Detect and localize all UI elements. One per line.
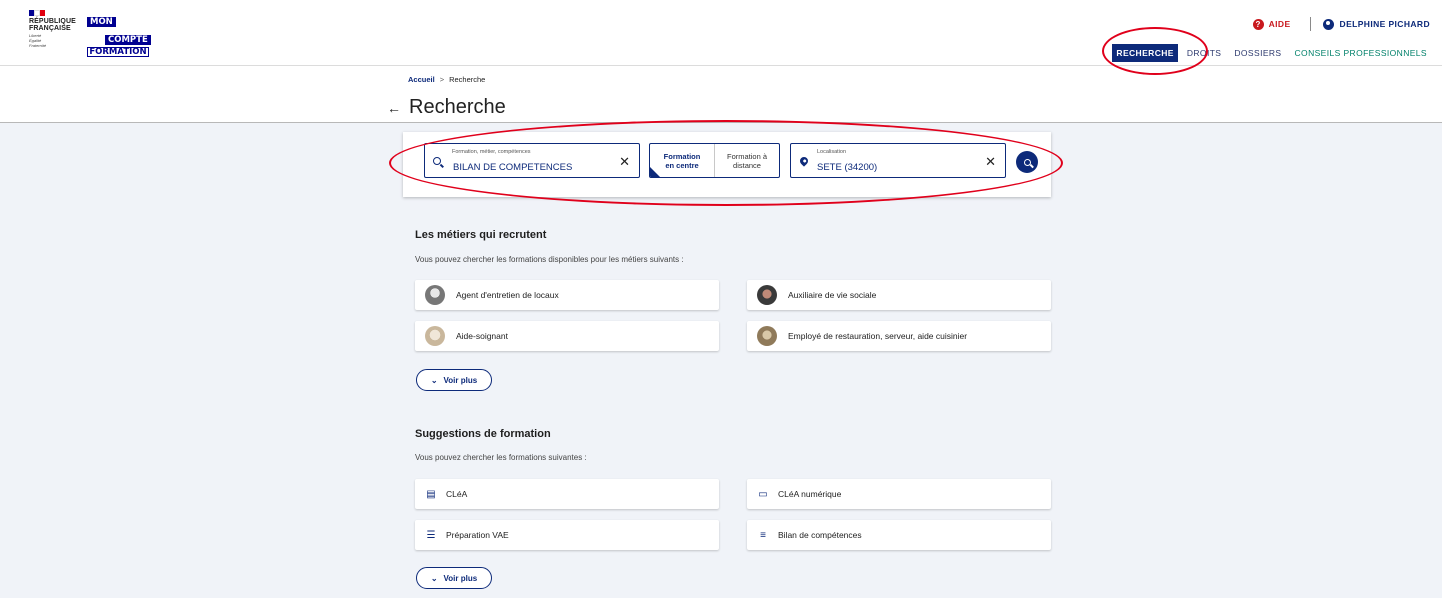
suggestions-subtitle: Vous pouvez chercher les formations suiv… bbox=[415, 453, 587, 462]
search-where-value[interactable]: SETE (34200) bbox=[817, 162, 877, 173]
divider bbox=[1309, 17, 1311, 31]
search-icon bbox=[1023, 158, 1031, 166]
arrow-left-icon[interactable]: ← bbox=[387, 100, 401, 116]
metier-card[interactable]: Agent d'entretien de locaux bbox=[415, 280, 719, 310]
rf-motto-3: Fraternité bbox=[29, 43, 47, 48]
search-card: Formation, métier, compétences BILAN DE … bbox=[403, 132, 1051, 197]
monitor-icon: ▭ bbox=[758, 488, 768, 500]
metier-avatar bbox=[757, 285, 777, 305]
nav-conseils-professionnels[interactable]: CONSEILS PROFESSIONNELS bbox=[1291, 45, 1431, 61]
nav-dossiers[interactable]: DOSSIERS bbox=[1230, 45, 1285, 61]
french-flag-icon bbox=[29, 10, 46, 16]
metier-label: Aide-soignant bbox=[456, 331, 508, 341]
voir-plus-label: Voir plus bbox=[443, 375, 478, 385]
metier-label: Employé de restauration, serveur, aide c… bbox=[788, 331, 968, 341]
page-title-text: Recherche bbox=[409, 96, 506, 118]
nav-recherche[interactable]: RECHERCHE bbox=[1112, 44, 1178, 62]
search-where-label: Localisation bbox=[817, 149, 847, 155]
search-where-field[interactable]: Localisation SETE (34200) ✕ bbox=[790, 143, 1006, 178]
location-pin-icon bbox=[798, 155, 810, 167]
question-icon: ? bbox=[1252, 18, 1264, 30]
clear-where-icon[interactable]: ✕ bbox=[985, 154, 996, 170]
document-icon: ▤ bbox=[426, 488, 436, 500]
metier-label: Auxiliaire de vie sociale bbox=[788, 290, 877, 300]
search-what-label: Formation, métier, compétences bbox=[452, 149, 531, 155]
suggestion-label: Préparation VAE bbox=[446, 530, 509, 540]
metier-card[interactable]: Auxiliaire de vie sociale bbox=[747, 280, 1051, 310]
metiers-subtitle: Vous pouvez chercher les formations disp… bbox=[415, 255, 684, 264]
metier-label: Agent d'entretien de locaux bbox=[456, 290, 559, 300]
chevron-down-icon: ⌄ bbox=[430, 375, 438, 385]
user-account-link[interactable]: DELPHINE PICHARD bbox=[1322, 18, 1430, 30]
metier-avatar bbox=[425, 326, 445, 346]
list-icon: ☰ bbox=[426, 529, 436, 541]
search-what-value[interactable]: BILAN DE COMPETENCES bbox=[453, 162, 572, 173]
breadcrumb: Accueil > Recherche bbox=[408, 75, 485, 84]
suggestion-card[interactable]: ▭ CLéA numérique bbox=[747, 479, 1051, 509]
suggestion-card[interactable]: ≡ Bilan de compétences bbox=[747, 520, 1051, 550]
voir-plus-label: Voir plus bbox=[443, 573, 478, 583]
title-band: Accueil > Recherche ← Recherche bbox=[0, 66, 1442, 123]
rf-line-2: FRANÇAISE bbox=[29, 25, 71, 32]
suggestions-title: Suggestions de formation bbox=[415, 428, 551, 440]
suggestion-label: CLéA numérique bbox=[778, 489, 842, 499]
user-name: DELPHINE PICHARD bbox=[1339, 19, 1430, 29]
mode-en-centre[interactable]: Formation en centre bbox=[650, 144, 715, 177]
aide-link[interactable]: ? AIDE bbox=[1252, 18, 1291, 30]
metier-avatar bbox=[757, 326, 777, 346]
suggestion-card[interactable]: ▤ CLéA bbox=[415, 479, 719, 509]
suggestion-card[interactable]: ☰ Préparation VAE bbox=[415, 520, 719, 550]
clear-what-icon[interactable]: ✕ bbox=[619, 154, 630, 170]
search-icon bbox=[433, 157, 441, 165]
user-icon bbox=[1322, 18, 1334, 30]
main-nav: RECHERCHE DROITS DOSSIERS CONSEILS PROFE… bbox=[1107, 44, 1431, 62]
breadcrumb-home[interactable]: Accueil bbox=[408, 75, 435, 84]
suggestions-voir-plus-button[interactable]: ⌄ Voir plus bbox=[416, 567, 492, 589]
header: RÉPUBLIQUE FRANÇAISE Liberté Égalité Fra… bbox=[0, 0, 1442, 66]
mon-compte-formation-logo[interactable]: MON COMPTE FORMATION bbox=[87, 11, 151, 57]
chevron-down-icon: ⌄ bbox=[430, 573, 438, 583]
breadcrumb-separator: > bbox=[439, 75, 445, 84]
metiers-title: Les métiers qui recrutent bbox=[415, 229, 547, 241]
chart-icon: ≡ bbox=[760, 529, 766, 541]
republique-francaise-logo[interactable]: RÉPUBLIQUE FRANÇAISE Liberté Égalité Fra… bbox=[29, 10, 79, 48]
search-what-field[interactable]: Formation, métier, compétences BILAN DE … bbox=[424, 143, 640, 178]
mode-a-distance[interactable]: Formation à distance bbox=[715, 144, 779, 177]
top-links: ? AIDE DELPHINE PICHARD bbox=[1252, 17, 1430, 31]
metier-card[interactable]: Aide-soignant bbox=[415, 321, 719, 351]
mode-toggle: Formation en centre Formation à distance bbox=[649, 143, 780, 178]
suggestion-label: Bilan de compétences bbox=[778, 530, 862, 540]
page-title: ← Recherche bbox=[387, 96, 506, 119]
rf-line-1: RÉPUBLIQUE bbox=[29, 18, 76, 25]
suggestion-label: CLéA bbox=[446, 489, 468, 499]
breadcrumb-current: Recherche bbox=[449, 75, 486, 84]
metier-card[interactable]: Employé de restauration, serveur, aide c… bbox=[747, 321, 1051, 351]
logo-line-formation: FORMATION bbox=[87, 47, 149, 57]
metiers-voir-plus-button[interactable]: ⌄ Voir plus bbox=[416, 369, 492, 391]
logo-line-mon: MON bbox=[87, 17, 116, 27]
aide-label: AIDE bbox=[1268, 19, 1291, 29]
logo-line-compte: COMPTE bbox=[105, 35, 151, 45]
metier-avatar bbox=[425, 285, 445, 305]
search-submit-button[interactable] bbox=[1016, 151, 1038, 173]
nav-droits[interactable]: DROITS bbox=[1183, 45, 1226, 61]
